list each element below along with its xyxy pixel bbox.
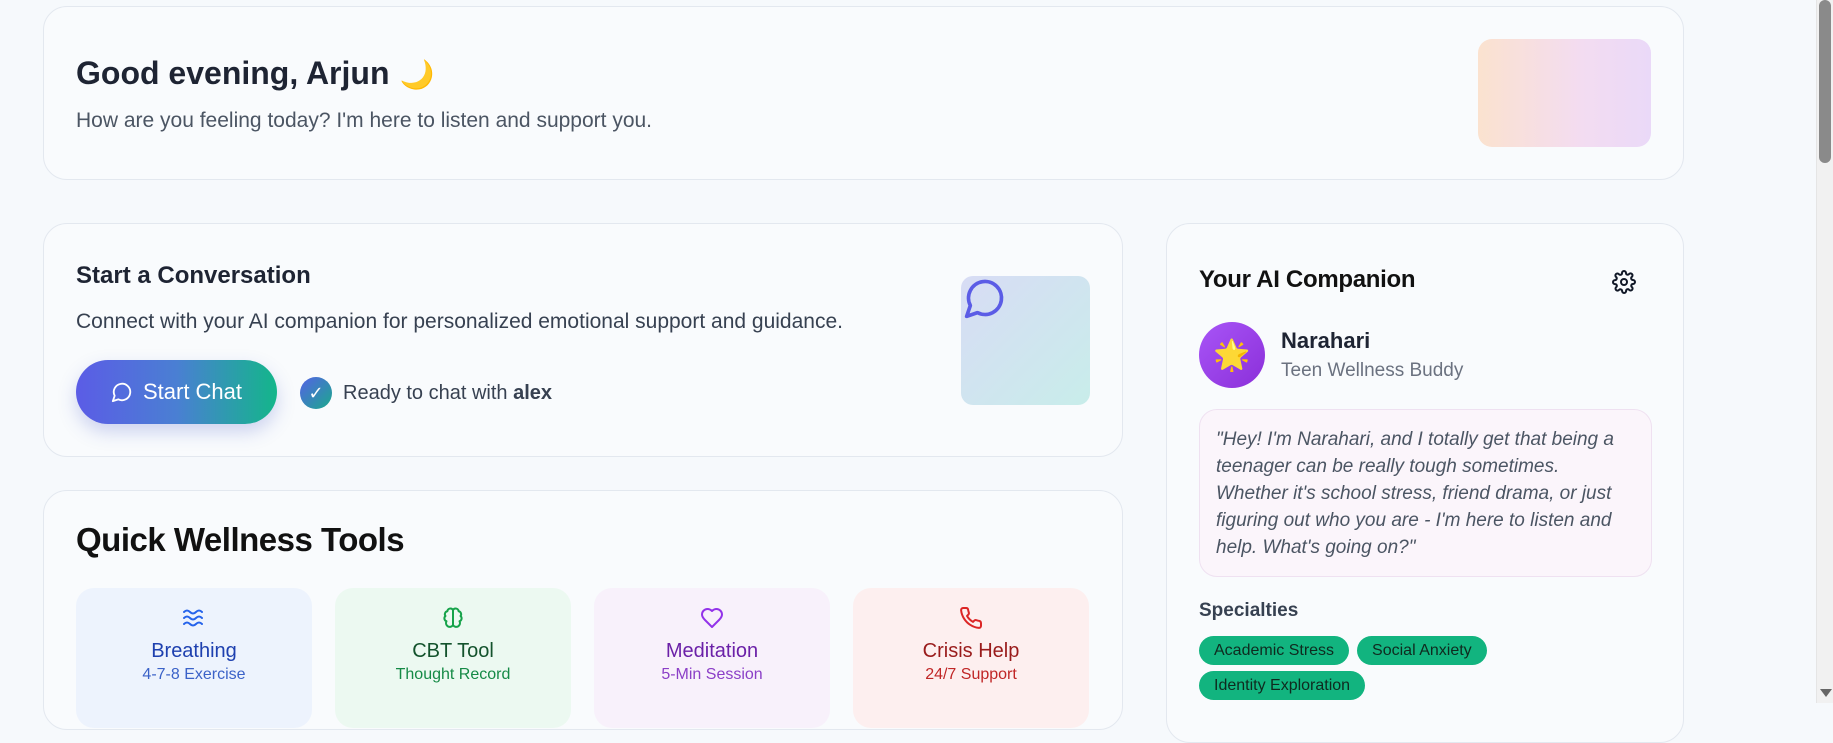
gear-icon[interactable] bbox=[1612, 270, 1636, 294]
tool-meditation[interactable]: Meditation 5-Min Session bbox=[594, 588, 830, 728]
ready-user-name: alex bbox=[513, 381, 553, 404]
greeting-title: Good evening, Arjun 🌙 bbox=[76, 55, 434, 92]
ready-text: Ready to chat with alex bbox=[343, 382, 552, 405]
tool-cbt[interactable]: CBT Tool Thought Record bbox=[335, 588, 571, 728]
specialty-tag: Identity Exploration bbox=[1199, 671, 1366, 700]
vertical-scrollbar[interactable] bbox=[1816, 0, 1833, 703]
check-icon: ✓ bbox=[300, 377, 332, 409]
companion-role: Teen Wellness Buddy bbox=[1281, 360, 1464, 381]
tool-breathing[interactable]: Breathing 4-7-8 Exercise bbox=[76, 588, 312, 728]
conversation-illustration bbox=[961, 276, 1090, 405]
conversation-card: Start a Conversation Connect with your A… bbox=[43, 223, 1123, 457]
ai-companion-card: Your AI Companion 🌟 Narahari Teen Wellne… bbox=[1166, 223, 1684, 743]
star-icon: 🌟 bbox=[1213, 338, 1251, 372]
companion-name: Narahari bbox=[1281, 328, 1371, 353]
avatar: 🌟 bbox=[1199, 322, 1265, 388]
greeting-illustration bbox=[1478, 39, 1651, 147]
tool-subtitle: 5-Min Session bbox=[661, 666, 763, 683]
companion-title: Your AI Companion bbox=[1199, 266, 1416, 293]
tool-name: Breathing bbox=[151, 640, 237, 662]
specialties-list: Academic Stress Social Anxiety Identity … bbox=[1199, 636, 1659, 700]
wellness-tools-title: Quick Wellness Tools bbox=[76, 521, 405, 558]
tool-subtitle: 4-7-8 Exercise bbox=[142, 666, 246, 683]
wellness-tools-card: Quick Wellness Tools Breathing 4-7-8 Exe… bbox=[43, 490, 1123, 730]
specialties-label: Specialties bbox=[1199, 600, 1299, 621]
tool-name: CBT Tool bbox=[412, 640, 494, 662]
scroll-down-arrow-icon[interactable] bbox=[1820, 689, 1832, 697]
scrollbar-thumb[interactable] bbox=[1819, 0, 1831, 163]
start-chat-button[interactable]: Start Chat bbox=[76, 360, 277, 424]
tool-name: Crisis Help bbox=[922, 640, 1020, 662]
phone-icon bbox=[960, 606, 983, 629]
tool-crisis-help[interactable]: Crisis Help 24/7 Support bbox=[853, 588, 1089, 728]
heart-icon bbox=[701, 608, 723, 628]
specialty-tag: Social Anxiety bbox=[1357, 636, 1487, 665]
chat-bubble-icon bbox=[111, 382, 132, 403]
brain-icon bbox=[443, 607, 463, 628]
tool-name: Meditation bbox=[665, 640, 759, 662]
companion-quote: "Hey! I'm Narahari, and I totally get th… bbox=[1199, 409, 1652, 577]
start-chat-label: Start Chat bbox=[142, 379, 243, 404]
ready-status: ✓ Ready to chat with alex bbox=[300, 377, 552, 409]
tool-subtitle: 24/7 Support bbox=[925, 666, 1017, 683]
conversation-description: Connect with your AI companion for perso… bbox=[76, 310, 843, 333]
greeting-card: Good evening, Arjun 🌙 How are you feeling… bbox=[43, 6, 1684, 180]
greeting-text: Good evening, Arjun bbox=[76, 55, 390, 91]
tool-subtitle: Thought Record bbox=[395, 666, 511, 683]
message-circle-icon bbox=[964, 279, 1004, 319]
specialty-tag: Academic Stress bbox=[1199, 636, 1350, 665]
ready-prefix: Ready to chat with bbox=[343, 381, 514, 404]
conversation-title: Start a Conversation bbox=[76, 262, 311, 289]
moon-icon: 🌙 bbox=[399, 59, 435, 90]
waves-icon bbox=[183, 609, 203, 627]
greeting-subtitle: How are you feeling today? I'm here to l… bbox=[76, 109, 653, 132]
